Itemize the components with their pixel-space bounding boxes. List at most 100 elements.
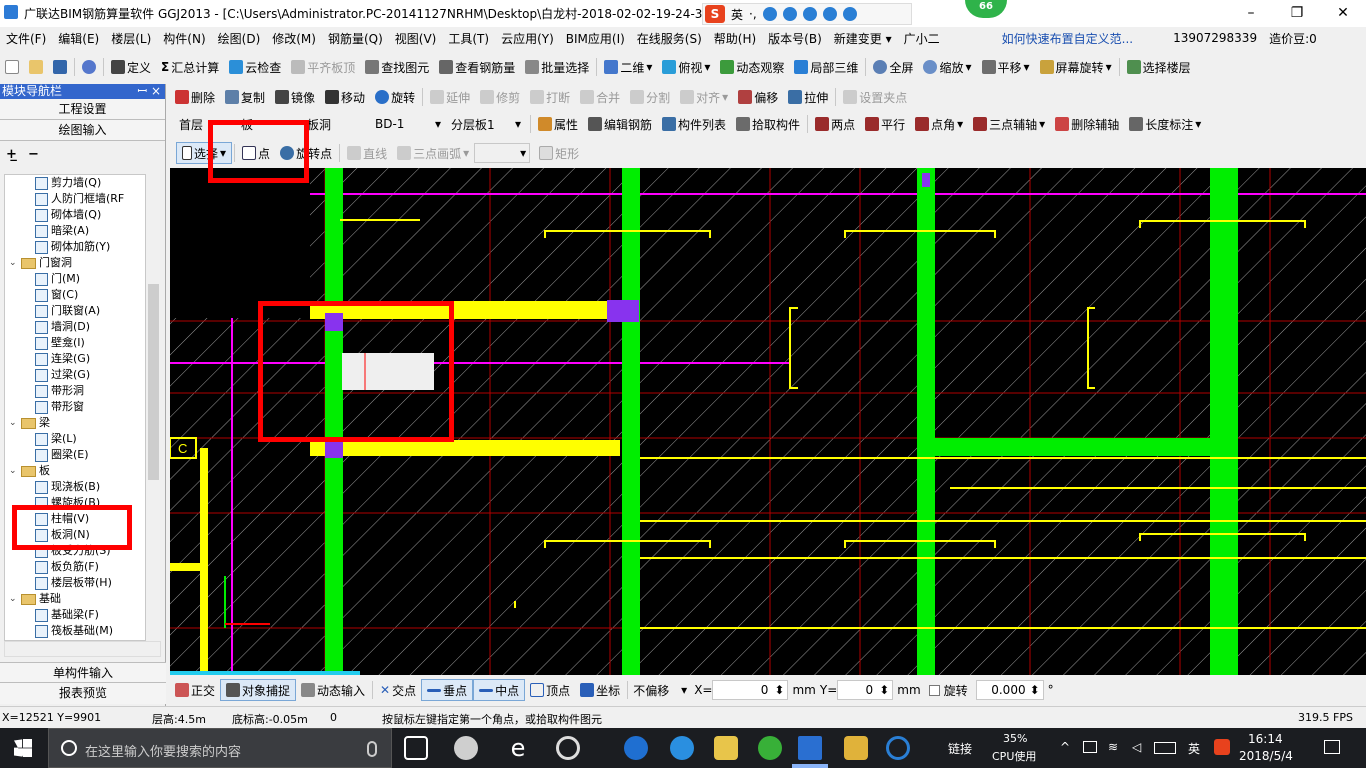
clock-time[interactable]: 16:14 [1248,732,1283,746]
nav-pin-icon[interactable]: ꟷ × [137,84,161,99]
tree-item[interactable]: 砌体墙(Q) [35,207,101,223]
collapse-toggle-icon[interactable]: ⌄ [9,415,18,431]
tree-item[interactable]: 板受力筋(S) [35,543,111,559]
rotate-button[interactable]: 旋转 [370,86,420,108]
slab-hole-preview[interactable] [342,353,434,390]
three-point-arc-dropdown[interactable]: 三点画弧 ▾ [392,142,474,164]
line-button[interactable]: 直线 [342,142,392,164]
swirl-app-icon[interactable] [556,736,580,760]
pan-dropdown[interactable]: 平移 ▾ [977,56,1035,78]
point-angle-dropdown[interactable]: 点角 ▾ [910,113,968,135]
menu-help[interactable]: 帮助(H) [708,30,762,47]
notification-icon[interactable] [1324,740,1340,754]
cloud-check-button[interactable]: 云检查 [224,56,286,78]
tree-item[interactable]: 墙洞(D) [35,319,90,335]
drawing-canvas[interactable]: C [170,168,1366,675]
volume-icon[interactable]: ◁ [1132,740,1141,754]
copy-button[interactable]: 复制 [220,86,270,108]
menu-floor[interactable]: 楼层(L) [105,30,157,47]
tree-folder[interactable]: ⌄ 门窗洞 [9,255,72,271]
tree-item[interactable]: 螺旋板(B) [35,495,100,511]
x-input[interactable]: 0 ⬍ [712,680,789,700]
tree-item[interactable]: 窗(C) [35,287,78,303]
maximize-button[interactable]: ❐ [1274,0,1320,27]
tree-item[interactable]: 楼层板带(H) [35,575,112,591]
mirror-button[interactable]: 镜像 [270,86,320,108]
canvas-drawing[interactable]: C [170,168,1366,675]
ime-lang-toggle[interactable]: 英 [731,6,743,23]
component-list-button[interactable]: 构件列表 [657,113,731,135]
view-rebar-button[interactable]: 查看钢筋量 [434,56,520,78]
move-button[interactable]: 移动 [320,86,370,108]
tree-item[interactable]: 柱帽(V) [35,511,89,527]
360-browser-icon[interactable] [758,736,782,760]
calculate-button[interactable]: Σ 汇总计算 [156,56,224,78]
wifi-icon[interactable]: ≋ [1108,740,1118,754]
split-button[interactable]: 分割 [625,86,675,108]
skin-icon[interactable] [822,7,837,21]
close-button[interactable]: ✕ [1320,0,1366,27]
local-3d-button[interactable]: 局部三维 [789,56,863,78]
taskbar-search-box[interactable]: 在这里输入你要搜索的内容 [48,728,392,768]
name-select[interactable]: BD-1 ▾ [372,114,444,134]
tree-item[interactable]: 门联窗(A) [35,303,100,319]
length-dim-dropdown[interactable]: 长度标注 ▾ [1124,113,1206,135]
arc-param-select[interactable]: ▾ [474,143,531,163]
vertex-snap[interactable]: 顶点 [525,679,575,701]
tree-item[interactable]: 连梁(G) [35,351,90,367]
rectangle-button[interactable]: 矩形 [534,142,584,164]
parallel-axis-button[interactable]: 平行 [860,113,910,135]
help-link[interactable]: 如何快速布置自定义范... [996,30,1139,47]
rotate-checkbox[interactable] [928,684,940,696]
menu-edit[interactable]: 编辑(E) [52,30,105,47]
nav-section-project-settings[interactable]: 工程设置 [0,99,165,120]
floor-select[interactable]: 首层 [176,114,234,134]
define-button[interactable]: 定义 [106,56,156,78]
menu-component[interactable]: 构件(N) [157,30,211,47]
collapse-toggle-icon[interactable]: ⌄ [9,591,18,607]
tree-item[interactable]: 门(M) [35,271,80,287]
find-element-button[interactable]: 查找图元 [360,56,434,78]
menu-tools[interactable]: 工具(T) [442,30,495,47]
tree-folder[interactable]: ⌄ 梁 [9,415,50,431]
offset-button[interactable]: 偏移 [733,86,783,108]
touch-keyboard-icon[interactable] [1154,742,1176,754]
notepad-app-icon[interactable] [844,736,868,760]
orthogonal-toggle[interactable]: 正交 [170,679,220,701]
break-button[interactable]: 打断 [525,86,575,108]
tree-item[interactable]: 基础梁(F) [35,607,99,623]
glodon-app-icon[interactable] [798,736,822,760]
tree-scrollbar-thumb[interactable] [148,284,159,480]
microphone-icon[interactable] [782,7,797,21]
component-type-select[interactable]: 板 [238,114,300,134]
menu-new-change[interactable]: 新建变更 ▾ [828,30,898,47]
file-explorer-icon[interactable] [714,736,738,760]
align-dropdown[interactable]: 对齐 ▾ [675,86,733,108]
select-floor-button[interactable]: 选择楼层 [1122,56,1196,78]
tree-item[interactable]: 板洞(N) [35,527,90,543]
sogou-logo-icon[interactable]: S [705,5,725,23]
screen-rotate-dropdown[interactable]: 屏幕旋转 ▾ [1035,56,1117,78]
dynamic-input-toggle[interactable]: 动态输入 [296,679,370,701]
object-snap-toggle[interactable]: 对象捕捉 [220,679,297,701]
tree-hscrollbar[interactable] [4,641,161,657]
tree-item[interactable]: 暗梁(A) [35,223,89,239]
y-input[interactable]: 0 ⬍ [837,680,894,700]
properties-button[interactable]: 属性 [533,113,583,135]
clock-date[interactable]: 2018/5/4 [1239,749,1293,763]
fullscreen-button[interactable]: 全屏 [868,56,918,78]
offset-mode-select[interactable]: 不偏移 ▾ [630,680,690,700]
glodon-g-icon[interactable] [886,736,910,760]
tree-folder[interactable]: ⌄ 板 [9,463,50,479]
open-button[interactable] [24,56,48,78]
sogou-tray-icon[interactable] [1214,739,1230,755]
tree-folder[interactable]: ⌄ 基础 [9,591,61,607]
view-2d-dropdown[interactable]: 二维 ▾ [599,56,657,78]
merge-button[interactable]: 合并 [575,86,625,108]
menu-cloud[interactable]: 云应用(Y) [495,30,560,47]
component-select[interactable]: 板洞 [304,114,368,134]
midpoint-snap[interactable]: 中点 [473,679,526,701]
dynamic-view-button[interactable]: 动态观察 [715,56,789,78]
batch-select-button[interactable]: 批量选择 [520,56,594,78]
collapse-toggle-icon[interactable]: ⌄ [9,255,18,271]
